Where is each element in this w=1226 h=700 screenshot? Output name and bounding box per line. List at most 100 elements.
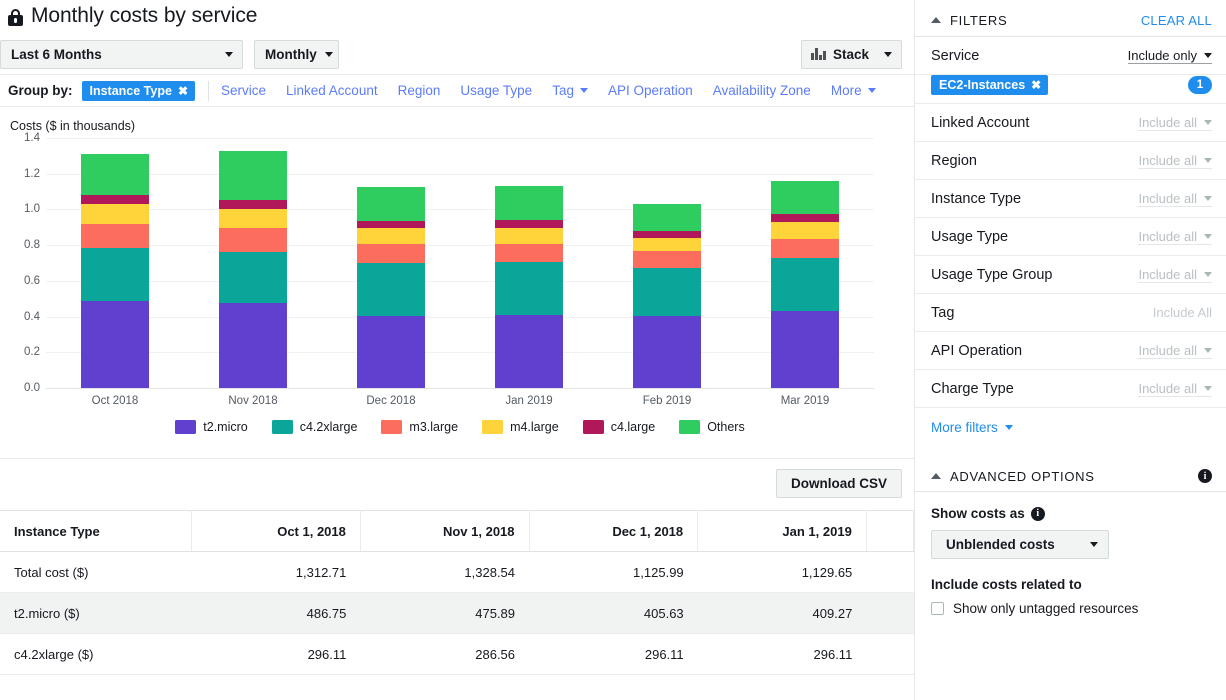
bar-column[interactable] [750,181,860,388]
filter-row-instance-type[interactable]: Instance TypeInclude all [915,180,1226,218]
bar-segment-c4-large[interactable] [81,195,149,204]
filter-row-service[interactable]: ServiceInclude only [915,37,1226,75]
bar-segment-t2-micro[interactable] [495,315,563,388]
date-range-select[interactable]: Last 6 Months [0,40,243,69]
table-header-date[interactable]: Oct 1, 2018 [192,511,361,552]
untagged-resources-checkbox[interactable] [931,602,944,615]
stacked-bar[interactable] [495,186,563,388]
filter-row-region[interactable]: RegionInclude all [915,142,1226,180]
legend-item-others[interactable]: Others [679,420,745,434]
group-by-option-tag[interactable]: Tag [552,83,588,98]
group-by-option-region[interactable]: Region [398,83,441,98]
show-costs-as-select[interactable]: Unblended costs [931,530,1109,559]
download-csv-button[interactable]: Download CSV [776,469,902,498]
bar-segment-t2-micro[interactable] [81,301,149,388]
group-by-option-service[interactable]: Service [221,83,266,98]
filters-section-header[interactable]: FILTERS CLEAR ALL [915,4,1226,36]
filter-value-dropdown[interactable]: Include All [1153,305,1212,320]
bar-segment-c4-2xlarge[interactable] [771,258,839,311]
bar-segment-c4-large[interactable] [495,220,563,228]
group-by-option-availability-zone[interactable]: Availability Zone [713,83,811,98]
bar-segment-t2-micro[interactable] [219,303,287,388]
close-icon[interactable]: ✖ [1031,79,1041,91]
bar-segment-m3-large[interactable] [771,239,839,258]
chevron-up-icon[interactable] [931,17,941,23]
bar-segment-c4-large[interactable] [357,221,425,229]
stacked-bar[interactable] [357,187,425,388]
bar-column[interactable] [612,204,722,388]
bar-segment-c4-large[interactable] [633,231,701,238]
bar-segment-t2-micro[interactable] [771,311,839,388]
legend-item-m3-large[interactable]: m3.large [381,420,458,434]
bar-segment-c4-large[interactable] [219,200,287,209]
info-icon[interactable]: i [1031,507,1045,521]
bar-segment-c4-2xlarge[interactable] [219,252,287,303]
filter-value-dropdown[interactable]: Include all [1138,267,1212,283]
bar-segment-m3-large[interactable] [495,244,563,263]
bar-segment-t2-micro[interactable] [357,316,425,389]
group-by-option-api-operation[interactable]: API Operation [608,83,693,98]
filter-value-dropdown[interactable]: Include all [1138,191,1212,207]
stacked-bar[interactable] [219,151,287,388]
bar-segment-c4-2xlarge[interactable] [81,248,149,301]
group-by-option-linked-account[interactable]: Linked Account [286,83,378,98]
filter-row-usage-type-group[interactable]: Usage Type GroupInclude all [915,256,1226,294]
group-by-chip-instance-type[interactable]: Instance Type ✖ [82,81,196,101]
filter-value-dropdown[interactable]: Include all [1138,381,1212,397]
bar-segment-m3-large[interactable] [81,224,149,248]
stacked-bar[interactable] [81,154,149,388]
bar-segment-others[interactable] [81,154,149,195]
bar-segment-others[interactable] [357,187,425,221]
table-header-instance-type[interactable]: Instance Type [0,511,192,552]
bar-segment-m4-large[interactable] [771,222,839,238]
legend-item-c4-2xlarge[interactable]: c4.2xlarge [272,420,358,434]
bar-segment-m4-large[interactable] [219,209,287,228]
table-header-date[interactable]: Dec 1, 2018 [529,511,698,552]
table-header-date[interactable]: Nov 1, 2018 [360,511,529,552]
filter-value-dropdown[interactable]: Include all [1138,153,1212,169]
bar-segment-m4-large[interactable] [81,204,149,224]
bar-segment-others[interactable] [633,204,701,231]
filter-row-api-operation[interactable]: API OperationInclude all [915,332,1226,370]
bar-segment-others[interactable] [219,151,287,200]
bar-segment-c4-2xlarge[interactable] [357,263,425,316]
legend-item-m4-large[interactable]: m4.large [482,420,559,434]
bar-column[interactable] [474,186,584,388]
stack-button[interactable]: Stack [801,40,902,69]
bar-segment-m4-large[interactable] [633,238,701,252]
info-icon[interactable]: i [1198,469,1212,483]
more-filters-link[interactable]: More filters [915,408,1013,435]
bar-column[interactable] [60,154,170,388]
filter-chip-ec2-instances[interactable]: EC2-Instances✖ [931,75,1048,95]
bar-segment-m3-large[interactable] [633,251,701,267]
legend-item-t2-micro[interactable]: t2.micro [175,420,247,434]
bar-segment-m3-large[interactable] [219,228,287,251]
advanced-options-header[interactable]: ADVANCED OPTIONS i [915,461,1226,491]
clear-all-link[interactable]: CLEAR ALL [1141,13,1212,28]
untagged-resources-row[interactable]: Show only untagged resources [931,601,1210,616]
stacked-bar[interactable] [633,204,701,388]
table-header-date[interactable]: Jan 1, 2019 [698,511,867,552]
bar-segment-c4-large[interactable] [771,214,839,222]
filter-row-usage-type[interactable]: Usage TypeInclude all [915,218,1226,256]
chevron-up-icon[interactable] [931,473,941,479]
bar-segment-m4-large[interactable] [495,228,563,244]
filter-row-tag[interactable]: TagInclude All [915,294,1226,332]
bar-column[interactable] [336,187,446,388]
granularity-select[interactable]: Monthly [254,40,339,69]
filter-row-linked-account[interactable]: Linked AccountInclude all [915,104,1226,142]
bar-segment-m4-large[interactable] [357,228,425,244]
filter-value-dropdown[interactable]: Include only [1128,48,1212,64]
stacked-bar[interactable] [771,181,839,388]
legend-item-c4-large[interactable]: c4.large [583,420,655,434]
bar-segment-others[interactable] [771,181,839,214]
bar-column[interactable] [198,151,308,388]
filter-row-charge-type[interactable]: Charge TypeInclude all [915,370,1226,408]
group-by-option-usage-type[interactable]: Usage Type [460,83,532,98]
bar-segment-c4-2xlarge[interactable] [633,268,701,316]
bar-segment-others[interactable] [495,186,563,220]
filter-value-dropdown[interactable]: Include all [1138,115,1212,131]
filter-value-dropdown[interactable]: Include all [1138,343,1212,359]
bar-segment-c4-2xlarge[interactable] [495,262,563,315]
group-by-option-more[interactable]: More [831,83,876,98]
